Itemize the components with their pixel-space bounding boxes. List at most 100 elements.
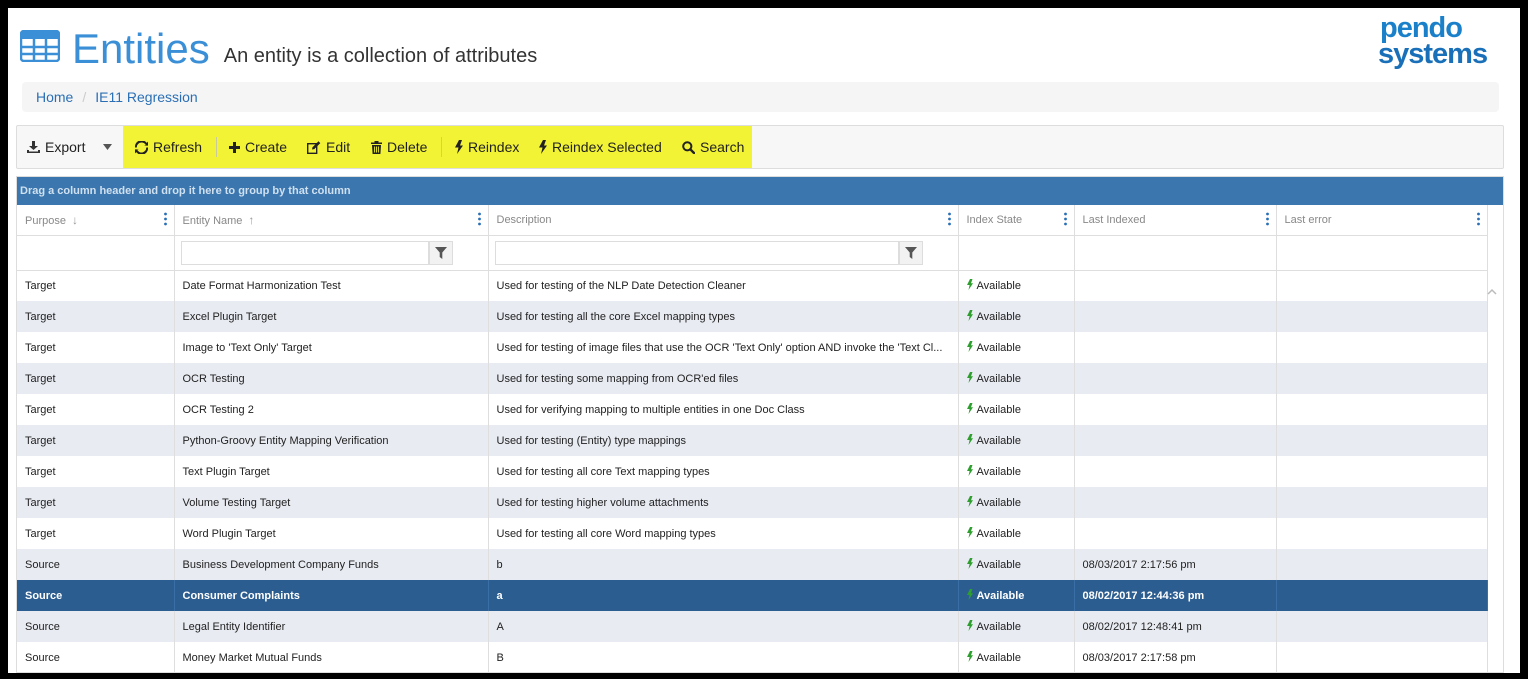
breadcrumb-ie11-regression-link[interactable]: IE11 Regression: [95, 89, 197, 105]
index-state-text: Available: [976, 342, 1021, 354]
breadcrumb-home-link[interactable]: Home: [36, 89, 73, 105]
bolt-icon: [539, 140, 547, 154]
filter-cell-purpose: [17, 235, 175, 271]
column-header-label: Index State: [966, 213, 1023, 226]
table-row[interactable]: Target Text Plugin Target Used for testing…: [17, 456, 1488, 487]
description-filter-input[interactable]: [494, 240, 899, 265]
column-menu-icon[interactable]: [1265, 212, 1269, 226]
entity-name-cell: Legal Entity Identifier: [174, 611, 489, 642]
description-filter-button[interactable]: [898, 240, 923, 265]
available-bolt-icon: [966, 372, 973, 385]
last-indexed-cell: [1074, 518, 1277, 549]
scroll-up-arrow-icon[interactable]: [1487, 287, 1497, 297]
entity-name-filter-input[interactable]: [180, 240, 429, 265]
edit-button[interactable]: Edit: [307, 126, 350, 168]
table-row[interactable]: Target Word Plugin Target Used for testing…: [17, 518, 1488, 549]
entities-table: Purpose ↓ Entity Name ↑ Description Index …: [17, 205, 1488, 672]
entity-name-cell: Consumer Complaints: [174, 580, 489, 611]
column-menu-icon[interactable]: [1063, 212, 1067, 226]
reindex-button[interactable]: Reindex: [455, 126, 519, 168]
available-bolt-icon: [966, 620, 973, 633]
index-state-cell: Available: [958, 425, 1075, 456]
purpose-cell: Target: [17, 270, 175, 301]
table-row[interactable]: Target Image to 'Text Only' Target Used fo…: [17, 332, 1488, 363]
export-label: Export: [45, 139, 86, 155]
delete-label: Delete: [387, 139, 428, 155]
column-header-index-state[interactable]: Index State: [958, 205, 1075, 236]
index-state-text: Available: [976, 280, 1021, 293]
last-error-cell: [1276, 425, 1488, 456]
table-row[interactable]: Target Python-Groovy Entity Mapping Verif…: [17, 425, 1488, 456]
last-error-cell: [1276, 580, 1488, 611]
index-state-cell: Available: [958, 301, 1075, 332]
delete-button[interactable]: Delete: [371, 126, 427, 168]
table-row[interactable]: Source Business Development Company Funds…: [17, 549, 1488, 580]
search-button[interactable]: Search: [682, 126, 744, 168]
column-header-description[interactable]: Description: [488, 205, 959, 236]
export-dropdown-toggle[interactable]: [103, 126, 117, 168]
filter-icon: [434, 246, 447, 259]
purpose-cell: Target: [17, 487, 175, 518]
column-header-last-indexed[interactable]: Last Indexed: [1074, 205, 1277, 236]
toolbar-divider: [441, 137, 442, 157]
search-label: Search: [700, 139, 745, 155]
column-header-label: Description: [496, 213, 552, 226]
export-button[interactable]: Export: [27, 126, 85, 168]
sort-asc-icon: ↑: [248, 212, 255, 227]
entity-name-filter-button[interactable]: [428, 240, 453, 265]
refresh-icon: [135, 140, 148, 154]
column-menu-icon[interactable]: [163, 212, 167, 226]
entity-name-cell: Word Plugin Target: [174, 518, 489, 549]
reindex-selected-label: Reindex Selected: [552, 139, 662, 155]
column-menu-icon[interactable]: [1476, 212, 1480, 226]
filter-icon: [904, 246, 917, 259]
description-cell: Used for testing all core Word mapping t…: [488, 518, 959, 549]
column-menu-icon[interactable]: [947, 212, 951, 226]
last-indexed-cell: [1074, 487, 1277, 518]
table-row[interactable]: Source Legal Entity Identifier A Available 0…: [17, 611, 1488, 642]
refresh-label: Refresh: [153, 139, 203, 155]
table-row[interactable]: Source Money Market Mutual Funds B Availabl…: [17, 642, 1488, 672]
reindex-selected-button[interactable]: Reindex Selected: [539, 126, 662, 168]
index-state-cell: Available: [958, 363, 1075, 394]
last-indexed-cell: [1074, 394, 1277, 425]
group-by-drop-zone[interactable]: Drag a column header and drop it here to…: [17, 177, 1503, 205]
refresh-button[interactable]: Refresh: [135, 126, 202, 168]
entity-name-cell: Excel Plugin Target: [174, 301, 489, 332]
table-row[interactable]: Target OCR Testing Used for testing some m…: [17, 363, 1488, 394]
index-state-text: Available: [976, 497, 1021, 509]
entity-name-cell: Volume Testing Target: [174, 487, 489, 518]
index-state-cell: Available: [958, 456, 1075, 487]
last-error-cell: [1276, 642, 1488, 672]
description-cell: Used for testing all the core Excel mapp…: [488, 301, 959, 332]
available-bolt-icon: [966, 310, 973, 323]
create-label: Create: [245, 139, 288, 155]
create-button[interactable]: Create: [229, 126, 287, 168]
table-row[interactable]: Target OCR Testing 2 Used for verifying ma…: [17, 394, 1488, 425]
table-row[interactable]: Target Volume Testing Target Used for test…: [17, 487, 1488, 518]
description-cell: Used for testing some mapping from OCR'e…: [488, 363, 959, 394]
purpose-cell: Target: [17, 301, 175, 332]
column-header-label: Last Indexed: [1082, 213, 1146, 226]
available-bolt-icon: [966, 558, 973, 571]
entity-name-cell: Text Plugin Target: [174, 456, 489, 487]
table-row[interactable]: Target Excel Plugin Target Used for testin…: [17, 301, 1488, 332]
description-cell: b: [488, 549, 959, 580]
last-indexed-cell: 08/02/2017 12:44:36 pm: [1074, 580, 1277, 611]
last-error-cell: [1276, 332, 1488, 363]
column-header-purpose[interactable]: Purpose ↓: [17, 205, 175, 236]
table-row-selected[interactable]: Source Consumer Complaints a Available 08/02…: [17, 580, 1488, 611]
index-state-text: Available: [976, 590, 1025, 602]
column-header-label: Entity Name: [182, 214, 243, 227]
table-row[interactable]: Target Date Format Harmonization Test Used…: [17, 270, 1488, 301]
page-subtitle: An entity is a collection of attributes: [223, 45, 538, 67]
edit-icon: [307, 140, 321, 154]
filter-row: [17, 235, 1488, 271]
filter-cell-description: [488, 235, 959, 271]
column-menu-icon[interactable]: [477, 212, 481, 226]
description-cell: A: [488, 611, 959, 642]
column-header-entity-name[interactable]: Entity Name ↑: [174, 205, 489, 236]
available-bolt-icon: [966, 403, 973, 416]
last-indexed-cell: [1074, 456, 1277, 487]
column-header-last-error[interactable]: Last error: [1276, 205, 1488, 236]
